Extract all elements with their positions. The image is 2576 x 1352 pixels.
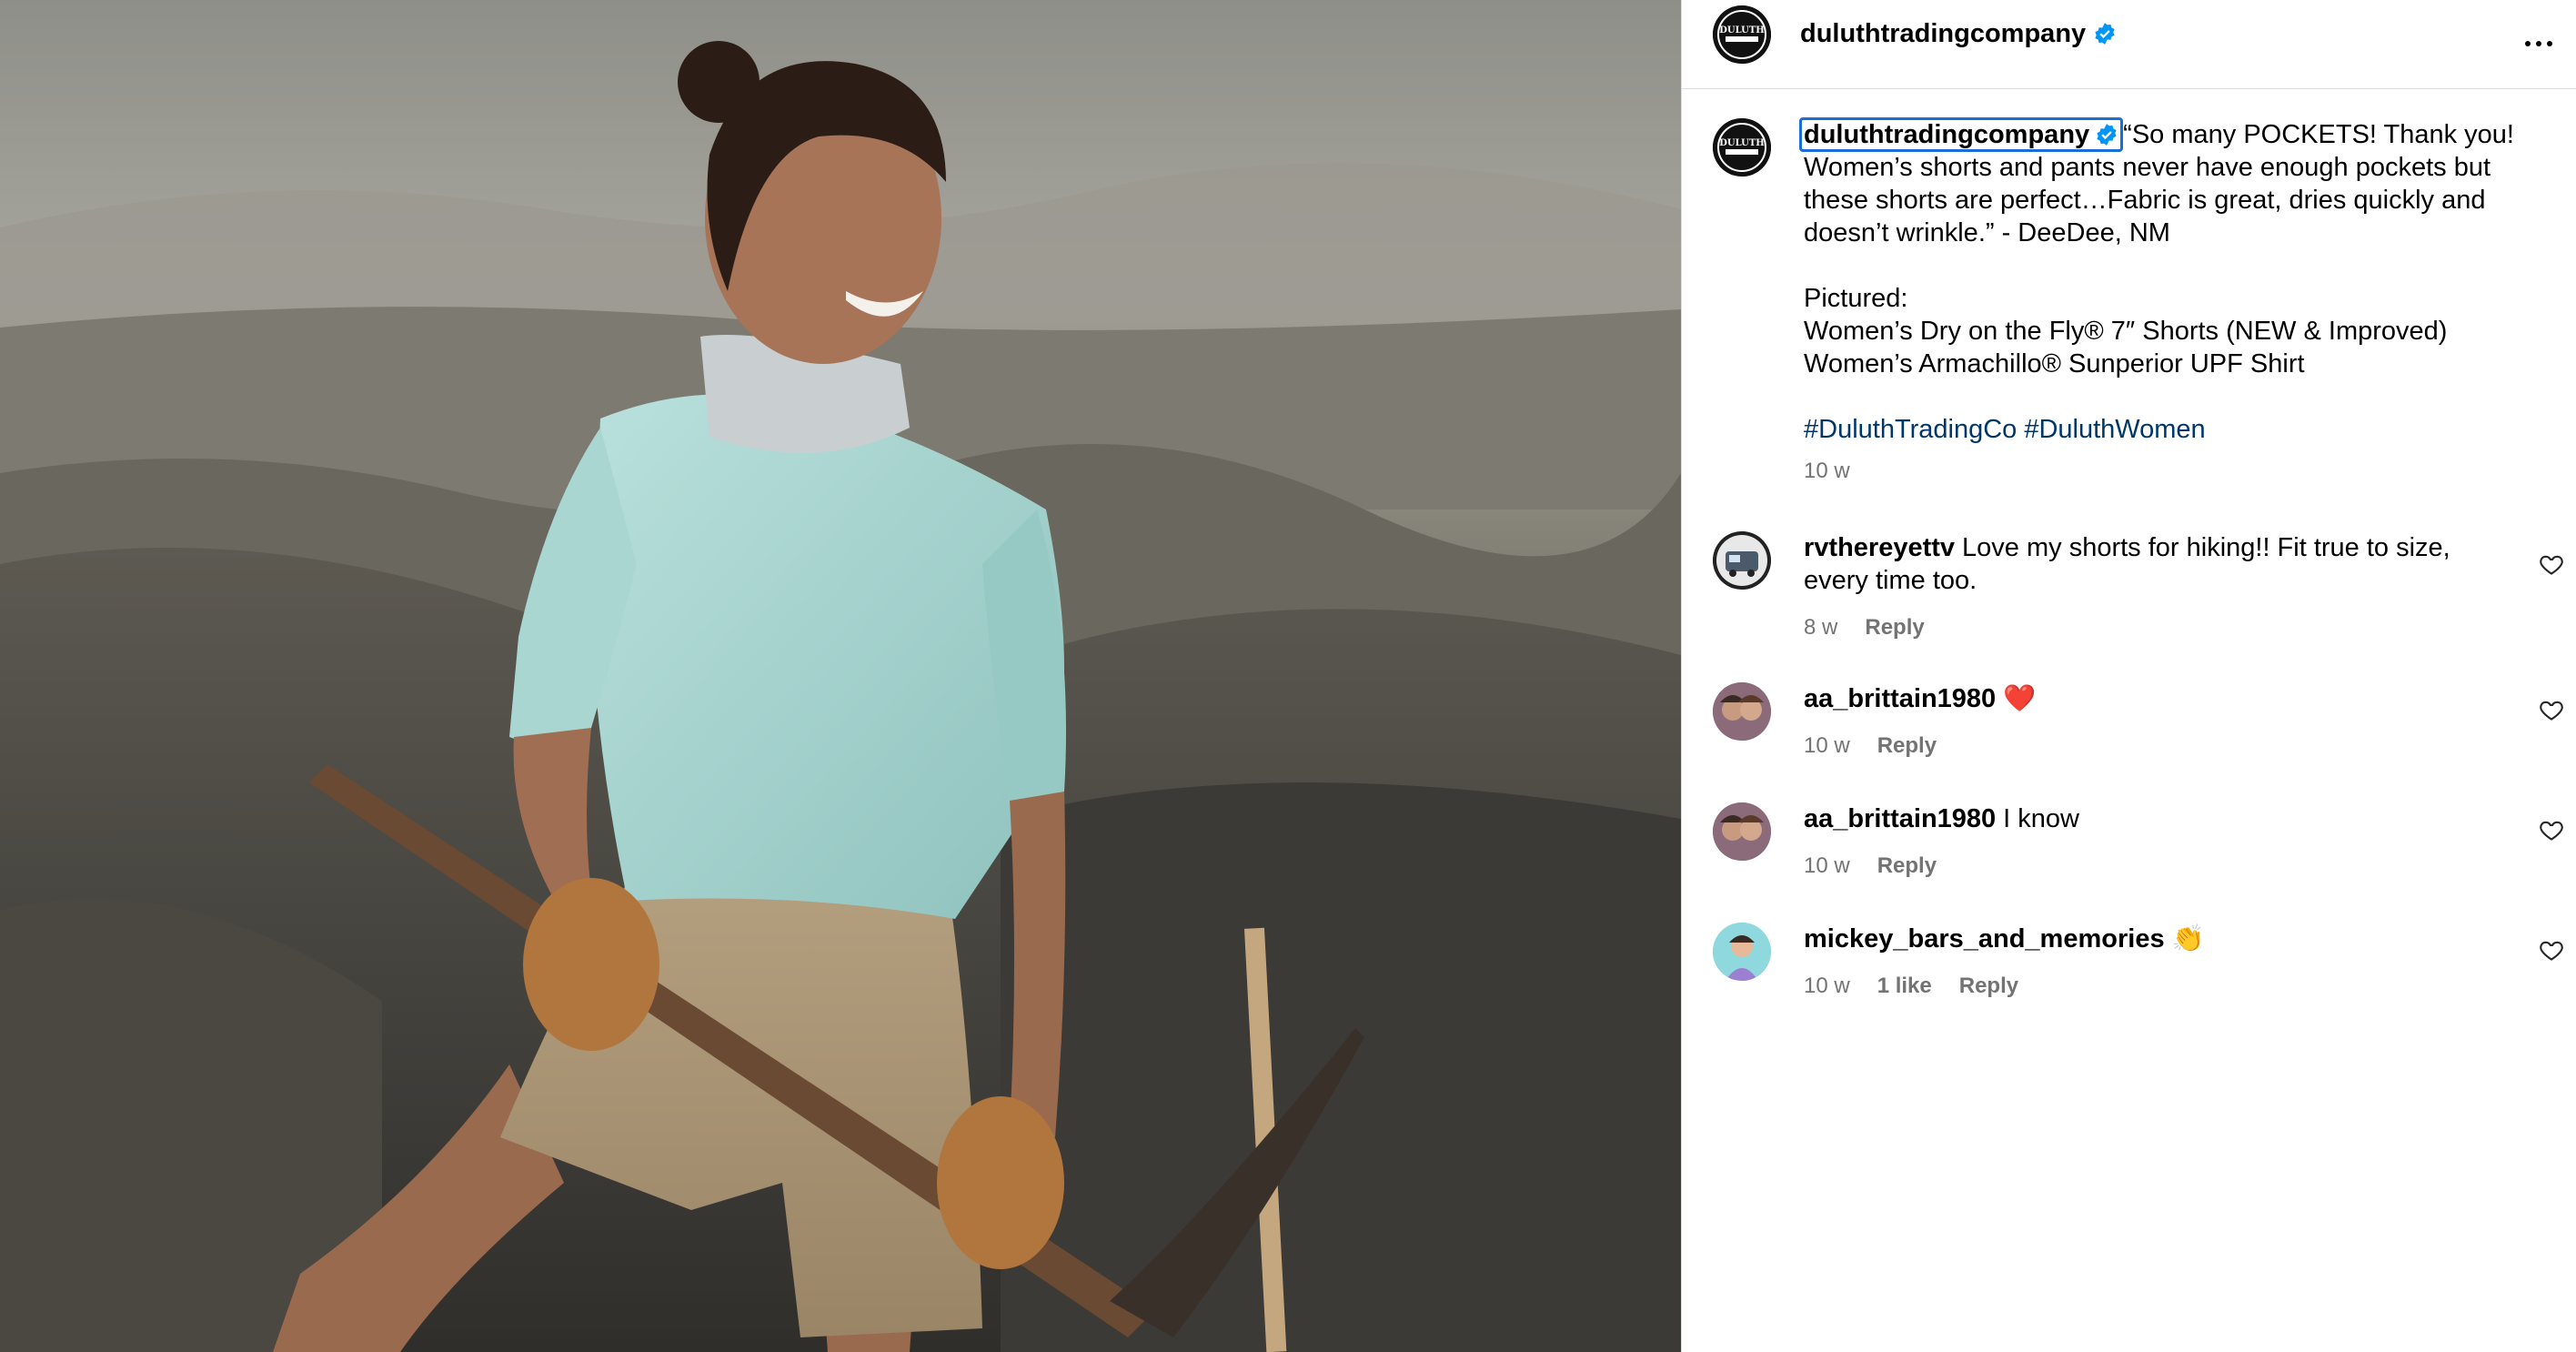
comment-meta: 10 w Reply xyxy=(1804,730,2477,762)
comment-age[interactable]: 8 w xyxy=(1804,615,1837,640)
verified-badge-icon xyxy=(2097,124,2117,146)
post-header: DULUTH duluthtradingcompany xyxy=(1682,0,2576,89)
caption-line: these shorts are perfect…Fabric is great… xyxy=(1804,186,2486,215)
hashtag-link[interactable]: #DuluthWomen xyxy=(2024,415,2205,444)
comment-body: aa_brittain1980 I know 10 w Reply xyxy=(1804,802,2477,883)
post-sidebar: DULUTH duluthtradingcompany DULUTH dulut… xyxy=(1681,0,2576,1352)
more-options-button[interactable] xyxy=(2519,24,2559,64)
commenter-avatar[interactable] xyxy=(1713,802,1771,861)
commenter-username[interactable]: aa_brittain1980 xyxy=(1804,804,1996,833)
caption-line: “So many POCKETS! Thank you! xyxy=(2123,120,2514,149)
duluth-logo-icon: DULUTH xyxy=(1713,5,1771,64)
comment-text: ❤️ xyxy=(2003,684,2037,713)
reply-button[interactable]: Reply xyxy=(1865,615,1924,640)
caption-line: Women’s Dry on the Fly® 7″ Shorts (NEW &… xyxy=(1804,317,2448,346)
caption-username[interactable]: duluthtradingcompany xyxy=(1799,117,2124,152)
caption-line: Women’s shorts and pants never have enou… xyxy=(1804,153,2491,182)
author-avatar[interactable]: DULUTH xyxy=(1713,5,1771,64)
comment-meta: 8 w Reply xyxy=(1804,611,2477,644)
user-photo-icon xyxy=(1713,802,1771,861)
reply-button[interactable]: Reply xyxy=(1877,853,1937,878)
svg-text:DULUTH: DULUTH xyxy=(1719,138,1765,148)
author-username[interactable]: duluthtradingcompany xyxy=(1800,19,2117,49)
heart-icon[interactable] xyxy=(2539,817,2564,842)
commenter-avatar[interactable] xyxy=(1713,531,1771,590)
more-dot-icon xyxy=(2536,41,2541,46)
caption-meta: 10 w xyxy=(1804,455,2522,488)
commenter-username[interactable]: rvthereyettv xyxy=(1804,533,1955,562)
more-dot-icon xyxy=(2525,41,2531,46)
user-photo-icon xyxy=(1713,923,1771,981)
comment-likes[interactable]: 1 like xyxy=(1877,974,1932,998)
commenter-avatar[interactable] xyxy=(1713,923,1771,981)
heart-icon[interactable] xyxy=(2539,551,2564,577)
post-image xyxy=(0,0,1681,1352)
svg-text:DULUTH: DULUTH xyxy=(1719,25,1765,35)
caption-text: duluthtradingcompany “So many POCKETS! Th… xyxy=(1799,117,2522,488)
reply-button[interactable]: Reply xyxy=(1877,733,1937,758)
comment-age[interactable]: 10 w xyxy=(1804,853,1850,878)
duluth-logo-icon: DULUTH xyxy=(1713,118,1771,177)
comment-body: rvthereyettv Love my shorts for hiking!! … xyxy=(1804,531,2477,644)
comment-age[interactable]: 10 w xyxy=(1804,733,1850,758)
comment-body: aa_brittain1980 ❤️ 10 w Reply xyxy=(1804,682,2477,762)
comment-text: Love my shorts for hiking!! Fit true to … xyxy=(1962,533,2450,562)
heart-icon[interactable] xyxy=(2539,697,2564,722)
rv-avatar-icon xyxy=(1713,531,1771,590)
comment-text: I know xyxy=(2003,804,2079,833)
commenter-avatar[interactable] xyxy=(1713,682,1771,741)
caption-line: Women’s Armachillo® Sunperior UPF Shirt xyxy=(1804,349,2305,378)
commenter-username[interactable]: mickey_bars_and_memories xyxy=(1804,924,2165,953)
post-age[interactable]: 10 w xyxy=(1804,459,1850,483)
comment-body: mickey_bars_and_memories 👏 10 w 1 like Repl… xyxy=(1804,923,2477,1003)
caption-line: doesn’t wrinkle.” - DeeDee, NM xyxy=(1804,218,2170,247)
more-dot-icon xyxy=(2547,41,2552,46)
comment-text: 👏 xyxy=(2171,924,2205,953)
author-username-text[interactable]: duluthtradingcompany xyxy=(1800,19,2086,48)
reply-button[interactable]: Reply xyxy=(1959,974,2018,998)
verified-badge-icon xyxy=(2095,23,2115,45)
hashtag-link[interactable]: #DuluthTradingCo xyxy=(1804,415,2017,444)
post-photo xyxy=(0,0,1681,1352)
user-photo-icon xyxy=(1713,682,1771,741)
caption-line: Pictured: xyxy=(1804,284,1908,313)
comment-meta: 10 w Reply xyxy=(1804,850,2477,883)
commenter-username[interactable]: aa_brittain1980 xyxy=(1804,684,1996,713)
comment-age[interactable]: 10 w xyxy=(1804,974,1850,998)
heart-icon[interactable] xyxy=(2539,937,2564,963)
caption-author-avatar[interactable]: DULUTH xyxy=(1713,118,1771,177)
comment-text: every time too. xyxy=(1804,566,1977,595)
comment-meta: 10 w 1 like Reply xyxy=(1804,970,2477,1003)
